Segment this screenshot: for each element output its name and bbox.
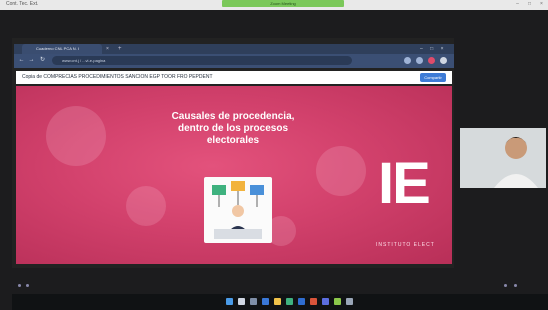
sharing-indicator[interactable]: Zoom Meeting	[222, 0, 344, 7]
participant-video[interactable]	[460, 128, 546, 188]
tab-label: Cuaderno CNL PCA N. I	[36, 46, 79, 51]
start-icon[interactable]	[226, 298, 233, 305]
slide-title: Causales de procedencia, dentro de los p…	[171, 111, 295, 146]
forward-icon[interactable]: →	[28, 57, 35, 64]
document-title[interactable]: Copia de COMPRECIAS PROCEDIMIENTOS SANCI…	[22, 74, 213, 80]
app-title-bar: Cont. Tec. Ext. Zoom Meeting – □ ×	[0, 0, 548, 10]
search-icon[interactable]	[238, 298, 245, 305]
powerpoint-icon[interactable]	[310, 298, 317, 305]
institute-logo: IE	[378, 151, 431, 216]
window-controls[interactable]: – □ ×	[420, 44, 452, 54]
app-icon[interactable]	[346, 298, 353, 305]
meeting-controls	[14, 282, 534, 290]
refresh-icon[interactable]: ↻	[39, 57, 46, 64]
excel-icon[interactable]	[286, 298, 293, 305]
more-icon[interactable]	[514, 284, 517, 287]
zoom-icon[interactable]	[322, 298, 329, 305]
bokeh-decoration	[46, 106, 106, 166]
settings-icon[interactable]	[504, 284, 507, 287]
app-title: Cont. Tec. Ext.	[6, 1, 39, 7]
close-icon[interactable]: ×	[538, 1, 545, 7]
minimize-icon[interactable]: –	[514, 1, 521, 7]
word-icon[interactable]	[298, 298, 305, 305]
extension-icon[interactable]	[404, 57, 411, 64]
camera-icon[interactable]	[26, 284, 29, 287]
browser-tab[interactable]: Cuaderno CNL PCA N. I	[22, 44, 102, 54]
menu-icon[interactable]	[440, 57, 447, 64]
back-icon[interactable]: ←	[18, 57, 25, 64]
task-view-icon[interactable]	[250, 298, 257, 305]
notification-icon[interactable]	[428, 57, 435, 64]
electoral-illustration	[204, 177, 272, 243]
profile-icon[interactable]	[416, 57, 423, 64]
address-bar[interactable]: www.cnt.j / ...vi-e-pagina	[52, 56, 352, 65]
chrome-icon[interactable]	[334, 298, 341, 305]
tab-close-icon[interactable]: ×	[106, 44, 114, 54]
bokeh-decoration	[316, 146, 366, 196]
institute-name: INSTITUTO ELECT	[376, 242, 435, 248]
url-text: www.cnt.j / ...vi-e-pagina	[62, 58, 106, 63]
share-button[interactable]: Compartir	[420, 73, 446, 82]
files-icon[interactable]	[274, 298, 281, 305]
new-tab-icon[interactable]: +	[118, 44, 126, 54]
mic-icon[interactable]	[18, 284, 21, 287]
maximize-icon[interactable]: □	[526, 1, 533, 7]
browser-icon[interactable]	[262, 298, 269, 305]
bokeh-decoration	[126, 186, 166, 226]
